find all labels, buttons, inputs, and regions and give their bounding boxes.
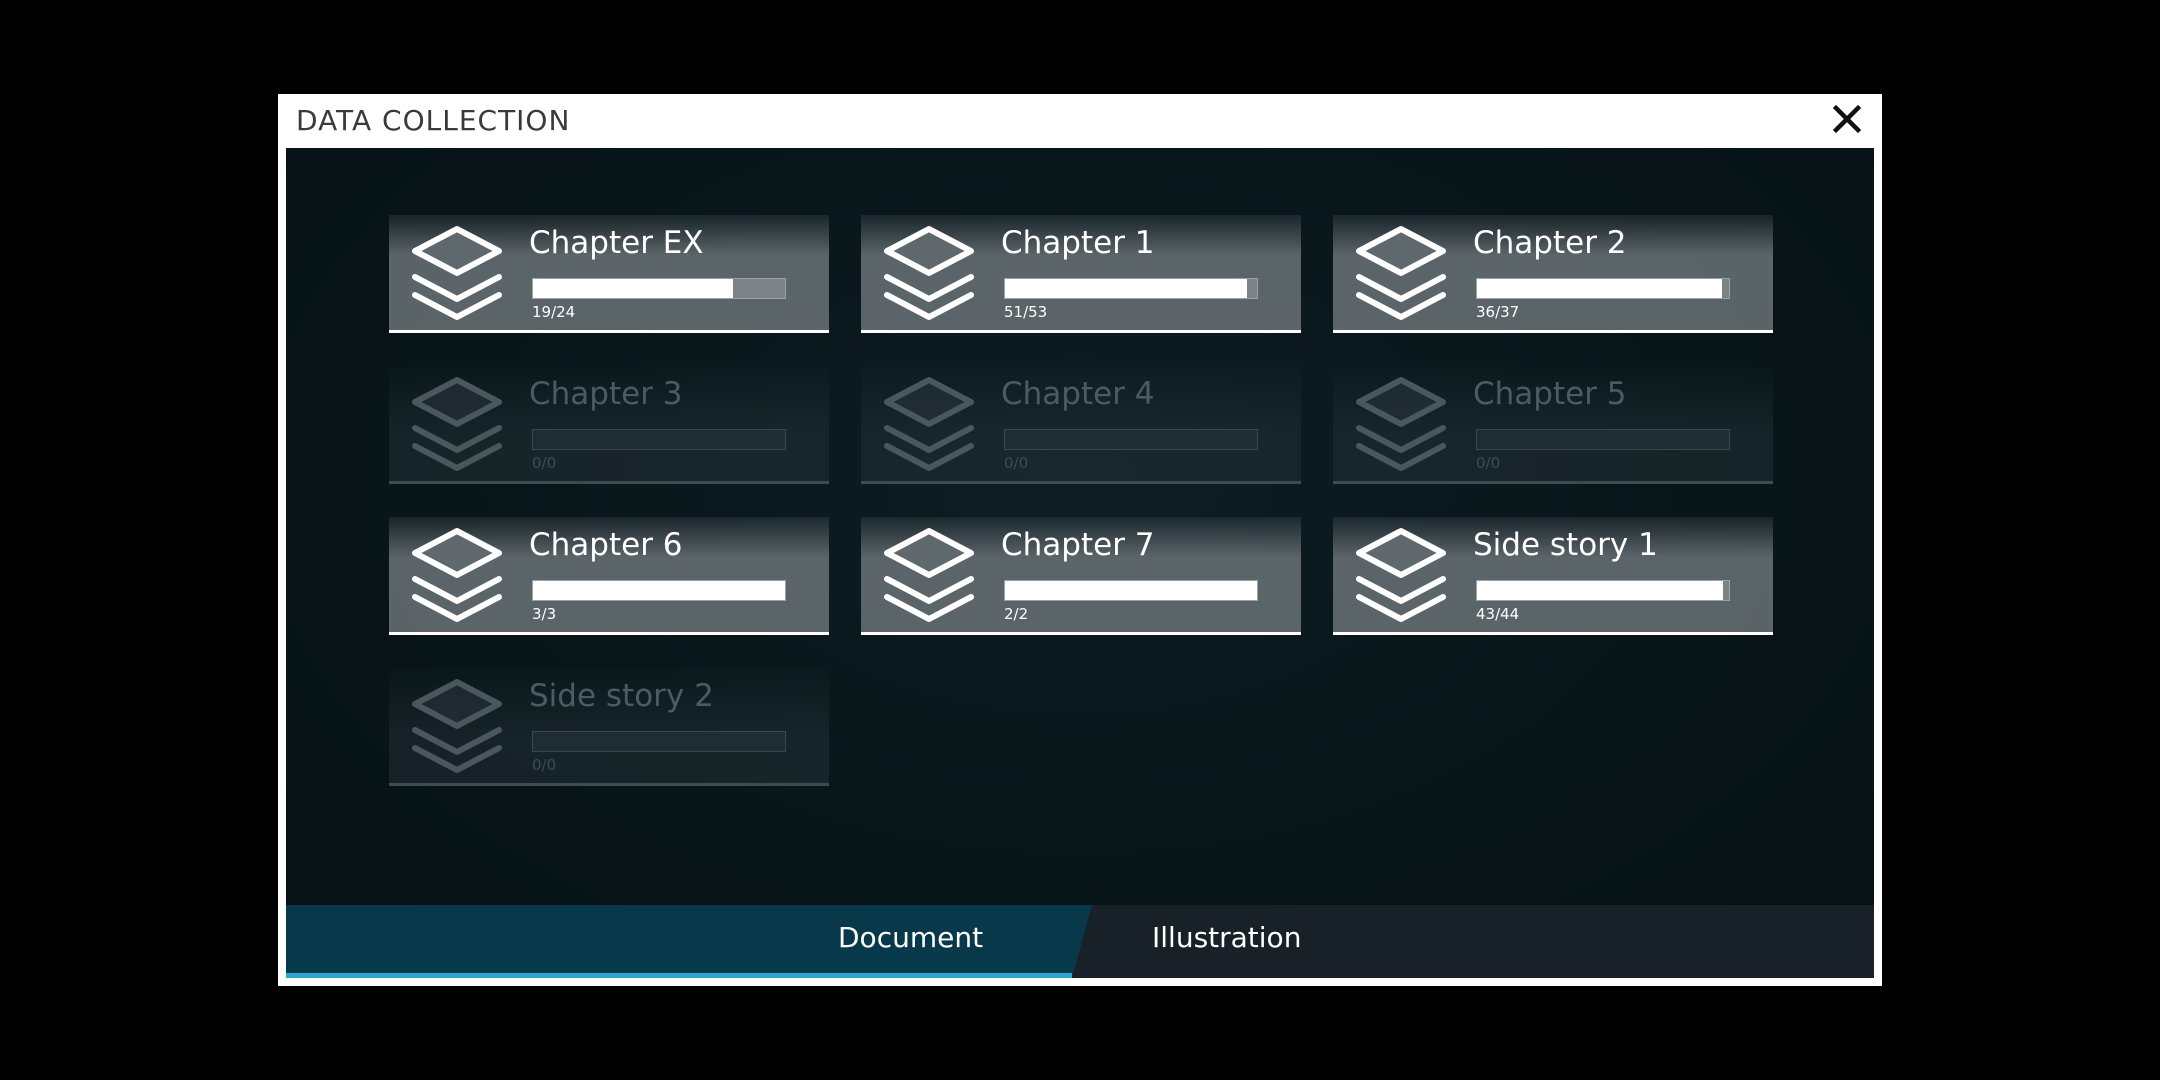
close-icon [1832, 104, 1862, 134]
chapter-name: Chapter 3 [529, 376, 683, 412]
progress-bar [1004, 580, 1258, 601]
progress-bar [1476, 278, 1730, 299]
progress-bar [1476, 429, 1730, 450]
progress-fill [533, 279, 733, 298]
chapter-card-chapter-3[interactable]: Chapter 3 0/0 [389, 366, 829, 484]
tab-bar: Document Illustration [286, 905, 1874, 978]
progress-count: 36/37 [1476, 303, 1520, 321]
progress-bar [532, 278, 786, 299]
tab-document-label: Document [838, 921, 984, 954]
progress-fill [1005, 581, 1257, 600]
dialog-title: DATA COLLECTION [296, 104, 571, 137]
layers-icon [407, 525, 507, 627]
tab-document[interactable]: Document [286, 905, 1092, 978]
progress-count: 3/3 [532, 605, 557, 623]
layers-icon [1351, 525, 1451, 627]
chapter-name: Chapter 7 [1001, 527, 1155, 563]
progress-fill [1477, 279, 1723, 298]
layers-icon [407, 223, 507, 325]
collection-content: Chapter EX 19/24 Chapter 1 51/53 Chapter 2 36… [286, 148, 1874, 978]
chapter-name: Chapter EX [529, 225, 704, 261]
data-collection-dialog: DATA COLLECTION Chapter EX 19/24 Chapter 1… [278, 94, 1882, 986]
chapter-card-chapter-ex[interactable]: Chapter EX 19/24 [389, 215, 829, 333]
chapter-name: Chapter 5 [1473, 376, 1627, 412]
layers-icon [879, 223, 979, 325]
progress-fill [1005, 279, 1248, 298]
progress-bar [1476, 580, 1730, 601]
tab-illustration-label: Illustration [1152, 921, 1302, 954]
progress-bar [1004, 429, 1258, 450]
progress-count: 19/24 [532, 303, 576, 321]
progress-count: 0/0 [1476, 454, 1501, 472]
progress-count: 0/0 [532, 454, 557, 472]
close-button[interactable] [1832, 104, 1862, 134]
progress-bar [1004, 278, 1258, 299]
progress-fill [533, 581, 785, 600]
chapter-card-chapter-5[interactable]: Chapter 5 0/0 [1333, 366, 1773, 484]
progress-count: 43/44 [1476, 605, 1520, 623]
progress-bar [532, 429, 786, 450]
chapter-card-chapter-6[interactable]: Chapter 6 3/3 [389, 517, 829, 635]
chapter-card-side-story-2[interactable]: Side story 2 0/0 [389, 668, 829, 786]
progress-bar [532, 731, 786, 752]
tab-active-underline [286, 973, 1072, 978]
progress-count: 2/2 [1004, 605, 1029, 623]
progress-fill [1477, 581, 1724, 600]
layers-icon [407, 676, 507, 778]
chapter-card-side-story-1[interactable]: Side story 1 43/44 [1333, 517, 1773, 635]
tab-illustration[interactable]: Illustration [1072, 905, 1874, 978]
layers-icon [407, 374, 507, 476]
layers-icon [879, 525, 979, 627]
progress-count: 51/53 [1004, 303, 1048, 321]
chapter-name: Chapter 4 [1001, 376, 1155, 412]
progress-count: 0/0 [532, 756, 557, 774]
chapter-name: Side story 2 [529, 678, 714, 714]
progress-count: 0/0 [1004, 454, 1029, 472]
layers-icon [879, 374, 979, 476]
chapter-name: Side story 1 [1473, 527, 1658, 563]
title-bar: DATA COLLECTION [278, 94, 1882, 146]
chapter-name: Chapter 1 [1001, 225, 1155, 261]
chapter-name: Chapter 2 [1473, 225, 1627, 261]
layers-icon [1351, 223, 1451, 325]
chapter-card-chapter-2[interactable]: Chapter 2 36/37 [1333, 215, 1773, 333]
chapter-card-chapter-7[interactable]: Chapter 7 2/2 [861, 517, 1301, 635]
chapter-card-chapter-1[interactable]: Chapter 1 51/53 [861, 215, 1301, 333]
chapter-name: Chapter 6 [529, 527, 683, 563]
chapter-card-chapter-4[interactable]: Chapter 4 0/0 [861, 366, 1301, 484]
layers-icon [1351, 374, 1451, 476]
progress-bar [532, 580, 786, 601]
